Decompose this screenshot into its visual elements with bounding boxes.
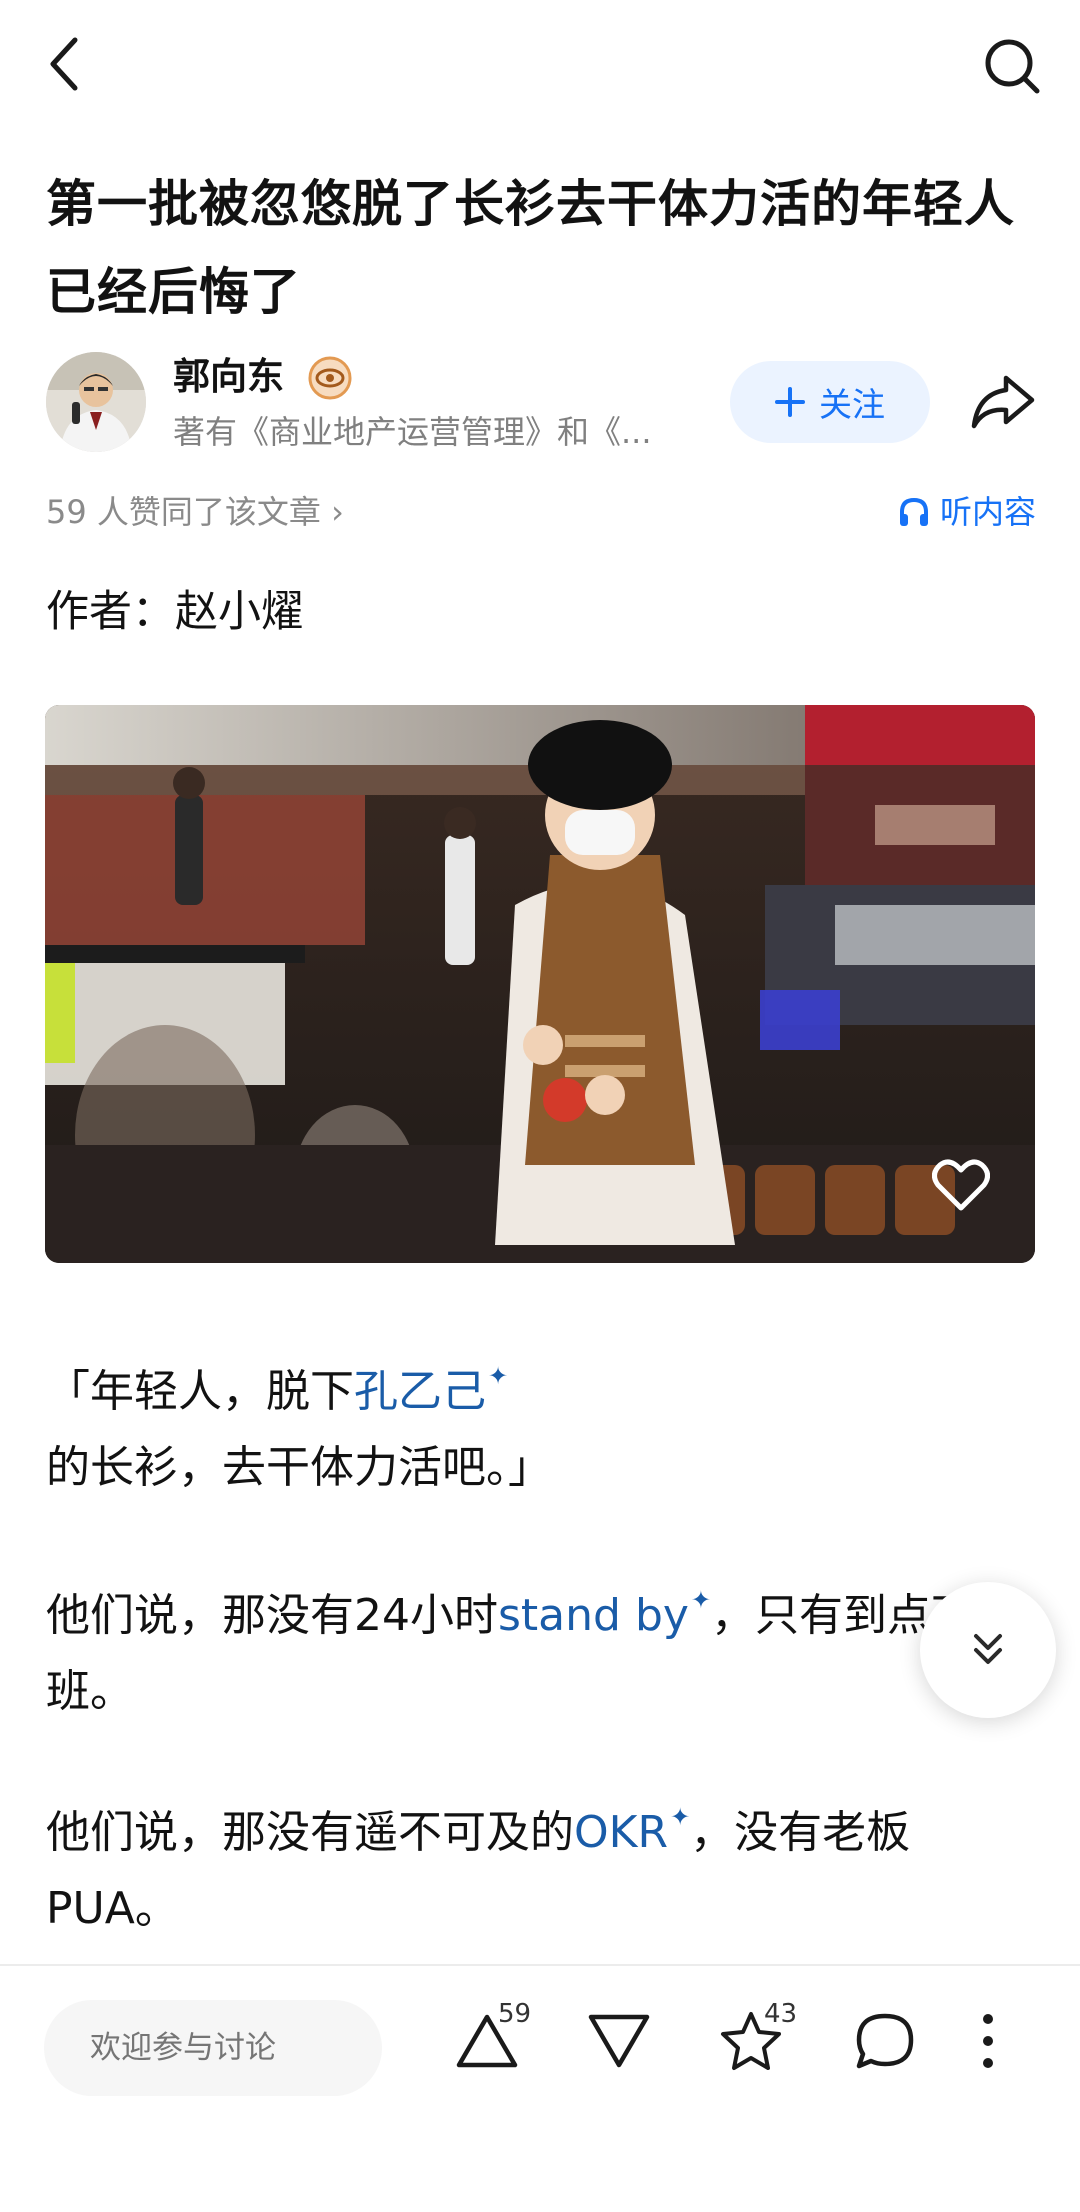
favorite-count: 43 [764, 1999, 798, 2029]
follow-label: 关注 [819, 385, 885, 424]
term-link-label: OKR [574, 1807, 669, 1858]
badge-icon [308, 356, 352, 400]
paragraph-text: 「年轻人，脱下 [46, 1366, 354, 1417]
term-link[interactable]: 孔乙己✦ [354, 1362, 508, 1417]
back-button[interactable] [36, 36, 92, 92]
term-link[interactable]: stand by✦ [498, 1586, 711, 1641]
article-paragraph: 「年轻人，脱下孔乙己✦ 的长衫，去干体力活吧。」 [46, 1338, 1006, 1506]
listen-label: 听内容 [939, 493, 1036, 531]
article-paragraph: 他们说，那没有24小时stand by✦，只有到点下班。 [46, 1562, 1006, 1730]
article-photo[interactable] [45, 705, 1035, 1263]
headphones-icon [899, 497, 928, 526]
upvote-count: 59 [498, 1999, 532, 2029]
paragraph-text: 的长衫，去干体力活吧。」 [46, 1442, 552, 1493]
comment-input[interactable] [44, 2000, 382, 2096]
likes-summary[interactable]: 59 人赞同了该文章 › [46, 487, 344, 537]
meta-row: 59 人赞同了该文章 › 听内容 [46, 487, 1036, 537]
heart-icon[interactable] [932, 1158, 990, 1212]
more-button[interactable] [968, 2006, 1008, 2076]
plus-icon [775, 387, 805, 417]
paragraph-text: 他们说，那没有遥不可及的 [46, 1807, 574, 1858]
search-button[interactable] [982, 36, 1042, 96]
photo-image [45, 705, 1035, 1263]
avatar[interactable] [46, 352, 146, 452]
follow-button[interactable]: 关注 [730, 361, 930, 443]
link-mark: ✦ [488, 1362, 509, 1390]
avatar-image [46, 352, 146, 452]
top-bar [0, 0, 1080, 140]
downvote-icon [588, 2014, 650, 2068]
bottom-action-bar: 59 43 [0, 1964, 1080, 2212]
paragraph-text: 他们说，那没有24小时 [46, 1590, 498, 1641]
search-icon [985, 39, 1040, 94]
term-link[interactable]: OKR✦ [574, 1803, 690, 1858]
link-mark: ✦ [690, 1586, 712, 1614]
term-link-label: stand by [498, 1590, 689, 1641]
link-mark: ✦ [670, 1803, 691, 1831]
article-paragraph: 他们说，那没有遥不可及的OKR✦，没有老板PUA。 [46, 1779, 1006, 1947]
article-title: 第一批被忽悠脱了长衫去干体力活的年轻人已经后悔了 [46, 175, 1015, 321]
scroll-down-button[interactable] [920, 1582, 1056, 1718]
term-link-label: 孔乙己 [354, 1366, 486, 1417]
more-icon [983, 2014, 993, 2068]
listen-button[interactable]: 听内容 [898, 487, 1036, 537]
comment-button[interactable] [850, 2006, 920, 2076]
double-chevron-down-icon [974, 1634, 1002, 1664]
share-icon[interactable] [970, 372, 1036, 432]
author-description: 著有《商业地产运营管理》和《... [173, 413, 652, 451]
author-name[interactable]: 郭向东 [173, 352, 284, 402]
author-row: 郭向东 著有《商业地产运营管理》和《... 关注 [46, 352, 1046, 462]
downvote-button[interactable] [584, 2006, 654, 2076]
back-icon [50, 37, 78, 91]
article-byline: 作者：赵小燿 [46, 587, 304, 637]
comment-icon [856, 2013, 914, 2069]
